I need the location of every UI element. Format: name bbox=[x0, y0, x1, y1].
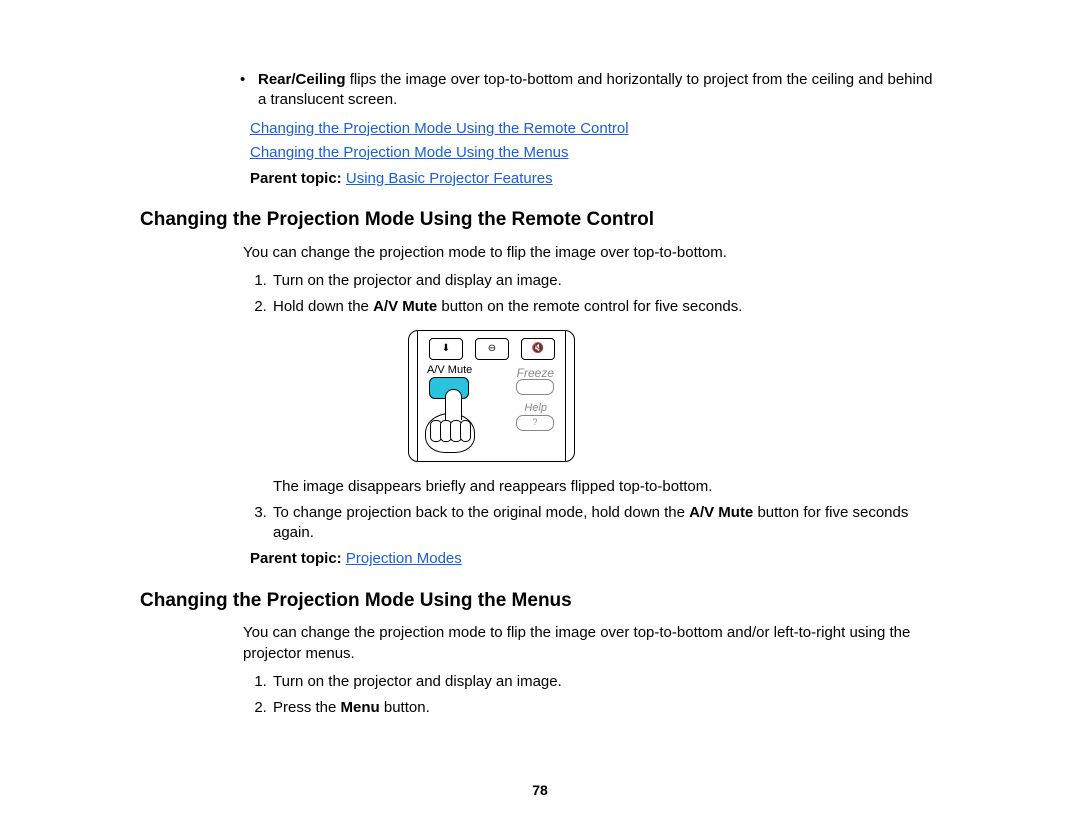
step-text-bold: A/V Mute bbox=[373, 298, 437, 315]
step-text-pre: Hold down the bbox=[273, 298, 373, 315]
related-links: Changing the Projection Mode Using the R… bbox=[250, 119, 940, 164]
section2-intro: You can change the projection mode to fl… bbox=[243, 623, 940, 664]
freeze-button bbox=[516, 379, 554, 395]
step-text: Turn on the projector and display an ima… bbox=[273, 272, 562, 289]
after-image-text: The image disappears briefly and reappea… bbox=[273, 477, 940, 497]
finger bbox=[445, 389, 462, 420]
mute-icon: 🔇 bbox=[532, 342, 544, 356]
parent-topic-label: Parent topic: bbox=[250, 550, 346, 567]
list-item: Press the Menu button. bbox=[271, 698, 940, 718]
step-text: Turn on the projector and display an ima… bbox=[273, 673, 562, 690]
step-text-bold: Menu bbox=[341, 699, 380, 716]
down-icon: ⬇ bbox=[442, 342, 450, 356]
hand-icon bbox=[423, 389, 478, 454]
parent-topic-link[interactable]: Projection Modes bbox=[346, 550, 462, 567]
parent-topic-label: Parent topic: bbox=[250, 170, 346, 187]
help-label: Help bbox=[524, 401, 547, 416]
list-item: To change projection back to the origina… bbox=[271, 503, 940, 544]
step-text-pre: To change projection back to the origina… bbox=[273, 504, 689, 521]
bullet-bold: Rear/Ceiling bbox=[258, 71, 346, 88]
bullet-text: Rear/Ceiling flips the image over top-to… bbox=[258, 70, 940, 111]
link-remote-control[interactable]: Changing the Projection Mode Using the R… bbox=[250, 120, 629, 137]
bullet-item: • Rear/Ceiling flips the image over top-… bbox=[240, 70, 940, 111]
bullet-rest: flips the image over top-to-bottom and h… bbox=[258, 71, 933, 108]
section-heading-menus: Changing the Projection Mode Using the M… bbox=[140, 588, 940, 614]
step-text-pre: Press the bbox=[273, 699, 341, 716]
zoom-out-icon: ⊖ bbox=[488, 342, 496, 356]
list-item: Turn on the projector and display an ima… bbox=[271, 271, 940, 291]
section1-steps: Turn on the projector and display an ima… bbox=[243, 271, 940, 543]
remote-illustration: ⬇ ⊖ 🔇 A/V Mute Freeze Help ? bbox=[406, 330, 583, 465]
parent-topic-link[interactable]: Using Basic Projector Features bbox=[346, 170, 553, 187]
link-menus[interactable]: Changing the Projection Mode Using the M… bbox=[250, 144, 569, 161]
parent-topic: Parent topic: Using Basic Projector Feat… bbox=[250, 169, 940, 189]
list-item: Hold down the A/V Mute button on the rem… bbox=[271, 297, 940, 497]
parent-topic: Parent topic: Projection Modes bbox=[250, 549, 940, 569]
help-button: ? bbox=[516, 415, 554, 431]
remote-top-button-1: ⬇ bbox=[429, 338, 463, 360]
avmute-label: A/V Mute bbox=[427, 363, 472, 378]
bullet-marker: • bbox=[240, 70, 258, 111]
page-number: 78 bbox=[0, 781, 1080, 800]
section1-intro: You can change the projection mode to fl… bbox=[243, 243, 940, 263]
remote-body: ⬇ ⊖ 🔇 A/V Mute Freeze Help ? bbox=[408, 330, 575, 462]
list-item: Turn on the projector and display an ima… bbox=[271, 672, 940, 692]
remote-top-button-3: 🔇 bbox=[521, 338, 555, 360]
step-text-bold: A/V Mute bbox=[689, 504, 753, 521]
remote-top-button-2: ⊖ bbox=[475, 338, 509, 360]
step-text-post: button on the remote control for five se… bbox=[437, 298, 742, 315]
step-text-post: button. bbox=[380, 699, 430, 716]
section2-steps: Turn on the projector and display an ima… bbox=[243, 672, 940, 719]
section-heading-remote: Changing the Projection Mode Using the R… bbox=[140, 207, 940, 233]
